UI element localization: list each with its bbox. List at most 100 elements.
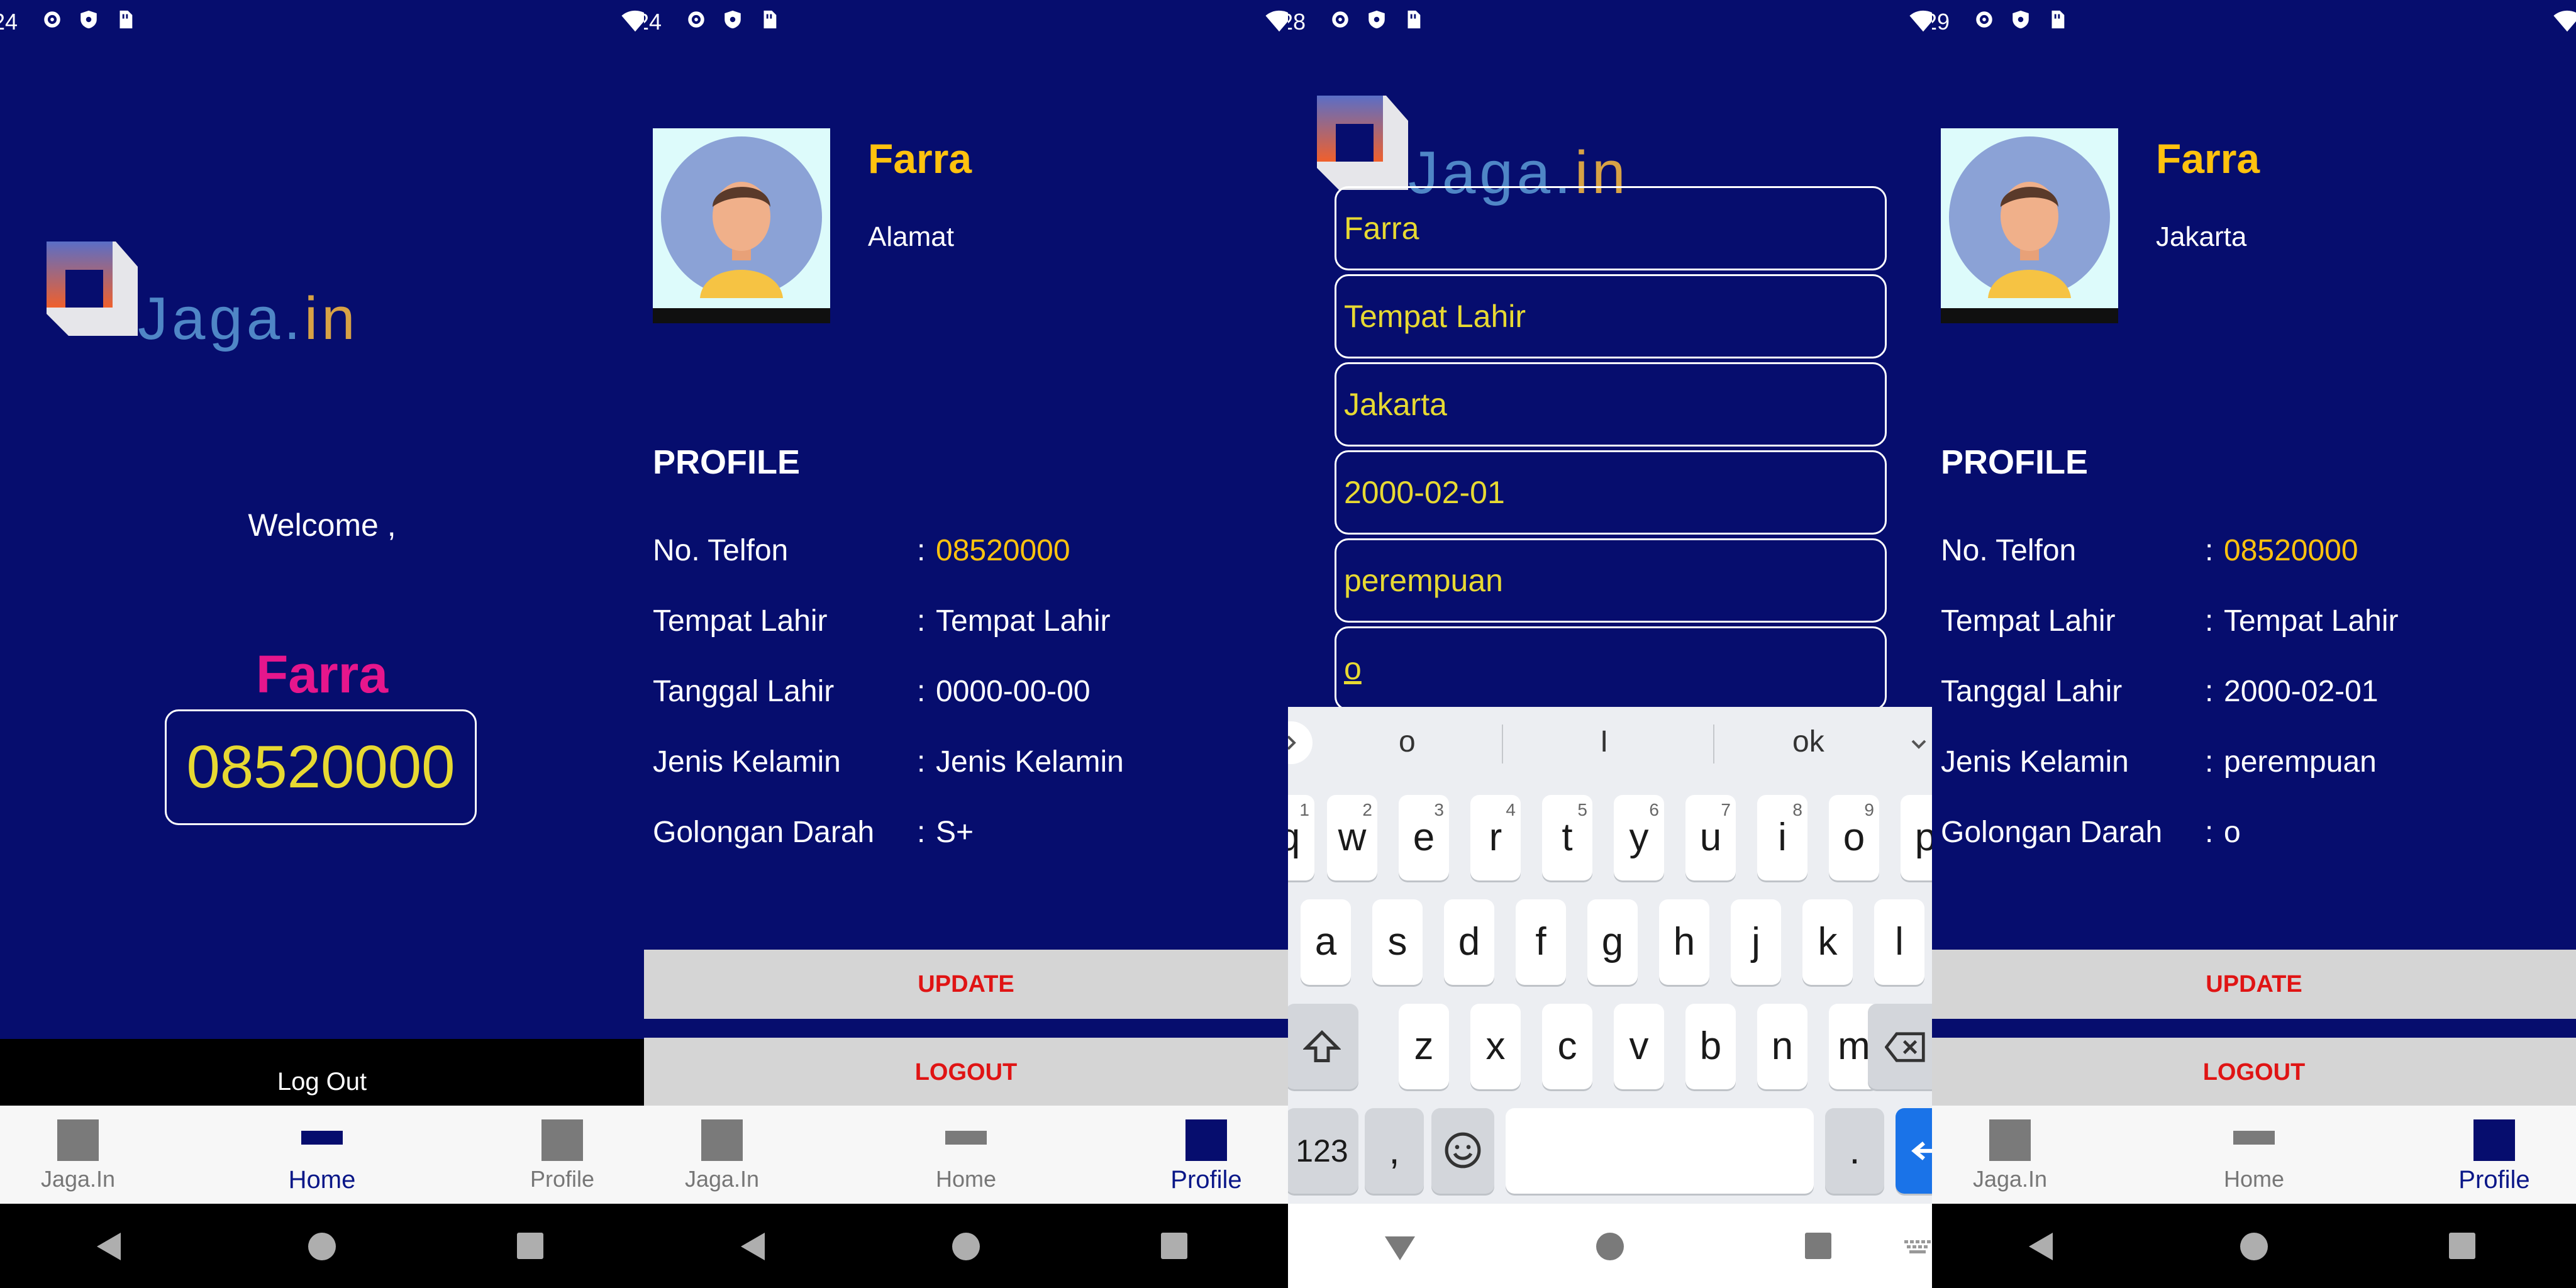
key-v[interactable]: v xyxy=(1614,1004,1664,1089)
profile-row-gender: Jenis Kelamin: Jenis Kelamin xyxy=(653,745,1124,779)
back-icon[interactable] xyxy=(2029,1233,2053,1260)
bloodtype-field[interactable]: o xyxy=(1335,626,1887,711)
key-j[interactable]: j xyxy=(1731,899,1781,985)
jagain-nav-icon xyxy=(1989,1119,2031,1161)
key-b[interactable]: b xyxy=(1685,1004,1736,1089)
logout-button[interactable]: LOGOUT xyxy=(1932,1038,2576,1107)
system-navigation-bar xyxy=(1932,1204,2576,1288)
nav-profile[interactable]: Profile xyxy=(1124,1106,1288,1204)
suggestion-3[interactable]: ok xyxy=(1792,724,1824,759)
status-time: 29 xyxy=(1932,9,1950,35)
home-icon[interactable] xyxy=(1596,1233,1624,1260)
nav-jagain[interactable]: Jaga.In xyxy=(1932,1106,2092,1204)
gender-field[interactable]: perempuan xyxy=(1335,538,1887,623)
birthdate-field[interactable]: 2000-02-01 xyxy=(1335,450,1887,535)
key-p[interactable]: p0 xyxy=(1901,795,1932,880)
nav-jagain[interactable]: Jaga.In xyxy=(644,1106,804,1204)
key-x[interactable]: x xyxy=(1470,1004,1521,1089)
back-icon[interactable] xyxy=(97,1233,121,1260)
logo-mark xyxy=(1317,96,1408,190)
recents-icon[interactable] xyxy=(517,1233,543,1259)
key-i[interactable]: i8 xyxy=(1757,795,1807,880)
home-icon[interactable] xyxy=(2240,1233,2268,1260)
key-u[interactable]: u7 xyxy=(1685,795,1736,880)
home-icon[interactable] xyxy=(952,1233,980,1260)
home-icon[interactable] xyxy=(308,1233,336,1260)
logout-button[interactable]: LOGOUT xyxy=(644,1038,1288,1107)
backspace-key[interactable] xyxy=(1868,1004,1932,1089)
profile-row-bloodtype: Golongan Darah: o xyxy=(1941,816,2241,849)
update-button[interactable]: UPDATE xyxy=(1932,950,2576,1019)
backspace-icon xyxy=(1884,1032,1925,1062)
key-y[interactable]: y6 xyxy=(1614,795,1664,880)
sim-icon xyxy=(763,10,777,29)
key-h[interactable]: h xyxy=(1659,899,1709,985)
status-time: 28 xyxy=(1288,9,1306,35)
key-d[interactable]: d xyxy=(1444,899,1494,985)
keyboard-switch-icon[interactable] xyxy=(1904,1240,1932,1254)
key-t[interactable]: t5 xyxy=(1542,795,1592,880)
status-bar: 24 xyxy=(644,4,1288,35)
symbols-key[interactable]: 123 xyxy=(1288,1108,1358,1194)
nav-home[interactable]: Home xyxy=(2172,1106,2336,1204)
logo-wordmark: Jaga.in xyxy=(138,285,359,352)
bottom-navigation: Jaga.In Home Profile xyxy=(1932,1106,2576,1204)
key-c[interactable]: c xyxy=(1542,1004,1592,1089)
status-time: 24 xyxy=(0,9,18,35)
recents-icon[interactable] xyxy=(1161,1233,1187,1259)
key-k[interactable]: k xyxy=(1802,899,1853,985)
on-screen-keyboard: o I ok q1 w2 e3 r4 t5 y6 u7 i8 o9 p0 a s… xyxy=(1288,707,1932,1204)
suggestion-1[interactable]: o xyxy=(1399,724,1416,759)
nav-profile[interactable]: Profile xyxy=(2412,1106,2576,1204)
space-key[interactable] xyxy=(1506,1108,1814,1194)
name-field[interactable]: Farra xyxy=(1335,186,1887,270)
key-o[interactable]: o9 xyxy=(1829,795,1879,880)
emoji-key[interactable] xyxy=(1431,1108,1494,1194)
key-l[interactable]: l xyxy=(1874,899,1924,985)
key-w[interactable]: w2 xyxy=(1327,795,1377,880)
profile-address: Jakarta xyxy=(2156,221,2247,252)
profile-row-gender: Jenis Kelamin: perempuan xyxy=(1941,745,2377,779)
key-r[interactable]: r4 xyxy=(1470,795,1521,880)
logout-button[interactable]: Log Out xyxy=(0,1039,644,1106)
status-bar: 24 xyxy=(0,4,644,35)
nav-jagain[interactable]: Jaga.In xyxy=(0,1106,160,1204)
profile-row-birthplace: Tempat Lahir: Tempat Lahir xyxy=(1941,604,2399,638)
chevron-down-icon[interactable] xyxy=(1909,735,1928,753)
recents-icon[interactable] xyxy=(1805,1233,1831,1259)
key-n[interactable]: n xyxy=(1757,1004,1807,1089)
nav-home[interactable]: Home xyxy=(884,1106,1048,1204)
key-z[interactable]: z xyxy=(1399,1004,1449,1089)
welcome-text: Welcome , xyxy=(248,508,396,543)
shield-icon xyxy=(1368,10,1385,29)
shield-icon xyxy=(2012,10,2029,29)
back-icon[interactable] xyxy=(741,1233,765,1260)
recents-icon[interactable] xyxy=(2449,1233,2475,1259)
key-f[interactable]: f xyxy=(1516,899,1566,985)
nav-home[interactable]: Home xyxy=(240,1106,404,1204)
suggestion-2[interactable]: I xyxy=(1600,724,1608,759)
profile-name: Farra xyxy=(2156,135,2260,182)
enter-key[interactable] xyxy=(1896,1108,1932,1194)
period-key[interactable]: . xyxy=(1825,1108,1884,1194)
nav-profile[interactable]: Profile xyxy=(480,1106,644,1204)
key-s[interactable]: s xyxy=(1372,899,1423,985)
hide-keyboard-icon[interactable] xyxy=(1385,1236,1415,1260)
key-q[interactable]: q1 xyxy=(1288,795,1314,880)
profile-avatar xyxy=(653,128,830,323)
system-navigation-bar xyxy=(0,1204,644,1288)
update-button[interactable]: UPDATE xyxy=(644,950,1288,1019)
status-time: 24 xyxy=(644,9,662,35)
enter-icon xyxy=(1911,1141,1932,1160)
phone-number-display: 08520000 xyxy=(165,709,477,825)
comma-key[interactable]: , xyxy=(1365,1108,1424,1194)
key-a[interactable]: a xyxy=(1301,899,1351,985)
key-e[interactable]: e3 xyxy=(1399,795,1449,880)
system-navigation-bar xyxy=(644,1204,1288,1288)
logo-mark xyxy=(47,242,138,336)
shift-key[interactable] xyxy=(1288,1004,1358,1089)
address-field[interactable]: Jakarta xyxy=(1335,362,1887,447)
key-g[interactable]: g xyxy=(1587,899,1638,985)
birthplace-field[interactable]: Tempat Lahir xyxy=(1335,274,1887,358)
keyboard-toolbar-expand-icon[interactable] xyxy=(1288,721,1313,765)
